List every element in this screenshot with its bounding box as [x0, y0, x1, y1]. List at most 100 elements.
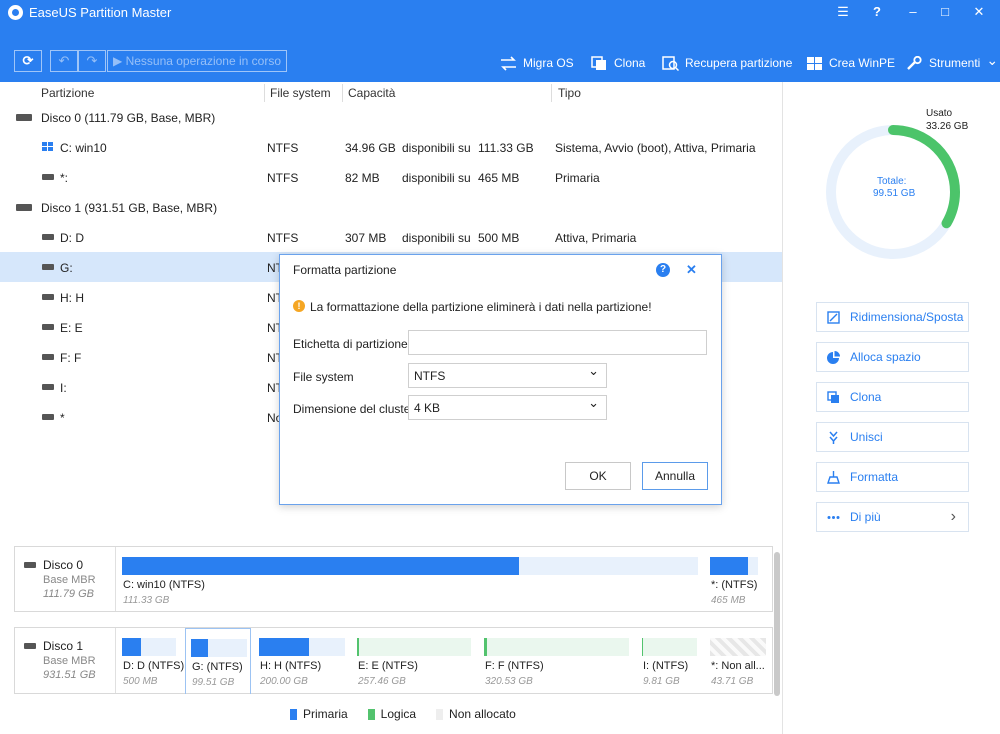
usage-bar [122, 557, 698, 575]
help-icon[interactable]: ? [868, 4, 886, 20]
resize-move-label: Ridimensiona/Sposta [850, 310, 964, 324]
merge-label: Unisci [850, 430, 883, 444]
partition-block[interactable]: E: E (NTFS) 257.46 GB [357, 636, 475, 688]
partition-block-size: 257.46 GB [358, 676, 406, 687]
partition-block-name: F: F (NTFS) [485, 660, 544, 672]
more-label: Di più [850, 510, 881, 524]
minimize-icon[interactable]: – [904, 4, 922, 20]
cancel-button[interactable]: Annulla [642, 462, 708, 490]
disk-row-disk1[interactable]: Disco 1 (931.51 GB, Base, MBR) [0, 192, 782, 222]
partition-label-caption: Etichetta di partizione [293, 337, 408, 351]
partition-block-size: 200.00 GB [260, 676, 308, 687]
usage-fill [710, 557, 749, 575]
partition-total: 465 MB [478, 171, 520, 185]
partition-block-name: H: H (NTFS) [260, 660, 322, 672]
resize-icon [827, 310, 840, 324]
drive-icon [42, 234, 54, 240]
partition-block[interactable]: C: win10 (NTFS) 111.33 GB [122, 555, 698, 607]
menu-icon[interactable]: ☰ [834, 4, 852, 20]
partition-label-input[interactable] [408, 330, 707, 355]
help-icon[interactable]: ? [656, 263, 670, 277]
disk-map-disk1[interactable]: Disco 1 Base MBR 931.51 GB D: D (NTFS) 5… [14, 627, 773, 694]
more-button[interactable]: Di più › [816, 502, 969, 532]
column-header-partition[interactable]: Partizione [41, 86, 94, 102]
close-icon[interactable]: ✕ [686, 262, 697, 278]
close-icon[interactable]: ✕ [970, 4, 988, 20]
tools-label: Strumenti [929, 56, 981, 70]
clone-partition-button[interactable]: Clona [816, 382, 969, 412]
partition-block-size: 500 MB [123, 676, 158, 687]
recover-partition-label: Recupera partizione [685, 56, 793, 70]
create-winpe-button[interactable]: Crea WinPE [806, 53, 895, 73]
usage-fill [191, 639, 208, 657]
clone-icon [591, 55, 608, 71]
disk-icon [24, 562, 36, 568]
file-system-select[interactable]: NTFS ⌄ [408, 363, 607, 388]
partition-block[interactable]: H: H (NTFS) 200.00 GB [259, 636, 349, 688]
app-logo-icon [8, 5, 23, 20]
redo-button[interactable]: ↷ [78, 50, 106, 72]
partition-block-name: G: (NTFS) [192, 661, 243, 673]
table-row[interactable]: C: win10 NTFS 34.96 GB disponibili su 11… [0, 132, 782, 162]
clone-label: Clona [614, 56, 646, 70]
partition-type: Primaria [555, 171, 600, 185]
ok-button[interactable]: OK [565, 462, 631, 490]
undo-button[interactable]: ↶ [50, 50, 78, 72]
maximize-icon[interactable]: □ [936, 4, 954, 20]
partition-block-unallocated[interactable]: *: Non all... 43.71 GB [710, 636, 766, 688]
partition-name: D: D [60, 231, 84, 245]
disk-row-disk0[interactable]: Disco 0 (111.79 GB, Base, MBR) [0, 102, 782, 132]
partition-block[interactable]: D: D (NTFS) 500 MB [122, 636, 184, 688]
partition-name: I: [60, 381, 67, 395]
disk-map-disk0[interactable]: Disco 0 Base MBR 111.79 GB C: win10 (NTF… [14, 546, 773, 612]
table-row[interactable]: *: NTFS 82 MB disponibili su 465 MB Prim… [0, 162, 782, 192]
tools-menu-button[interactable]: Strumenti ⌄ [906, 51, 999, 73]
clone-button[interactable]: Clona [591, 53, 645, 73]
legend-swatch-unallocated [436, 708, 444, 720]
drive-icon [42, 354, 54, 360]
format-button[interactable]: Formatta [816, 462, 969, 492]
allocate-space-button[interactable]: Alloca spazio [816, 342, 969, 372]
usage-fill [122, 557, 520, 575]
disk-map-size: 111.79 GB [43, 588, 94, 600]
warning-icon: ! [293, 300, 305, 312]
legend: Primaria Logica Non allocato [290, 707, 516, 721]
partition-block[interactable]: I: (NTFS) 9.81 GB [642, 636, 702, 688]
refresh-button[interactable]: ⟳ [14, 50, 42, 72]
cluster-size-select[interactable]: 4 KB ⌄ [408, 395, 607, 420]
partition-avail-text: disponibili su [402, 231, 471, 245]
table-row[interactable]: D: D NTFS 307 MB disponibili su 500 MB A… [0, 222, 782, 252]
title-bar: EaseUS Partition Master ☰ ? – □ ✕ [0, 0, 1000, 25]
partition-type: Attiva, Primaria [555, 231, 637, 245]
migrate-os-button[interactable]: Migra OS [500, 53, 574, 73]
column-header-type[interactable]: Tipo [558, 86, 581, 102]
partition-block-size: 9.81 GB [643, 676, 680, 687]
usage-bar [122, 638, 176, 656]
partition-free: 34.96 GB [345, 141, 396, 155]
partition-fs: NTFS [267, 141, 299, 155]
column-header-file-system[interactable]: File system [270, 86, 331, 102]
chevron-down-icon: ⌄ [588, 363, 599, 378]
resize-move-button[interactable]: Ridimensiona/Sposta [816, 302, 969, 332]
clone-icon [827, 390, 840, 404]
scrollbar[interactable] [774, 552, 780, 696]
partition-block[interactable]: F: F (NTFS) 320.53 GB [484, 636, 634, 688]
partition-name: G: [60, 261, 73, 275]
pie-icon [827, 350, 840, 364]
column-header-capacity[interactable]: Capacità [348, 86, 395, 102]
partition-block[interactable]: *: (NTFS) 465 MB [710, 555, 758, 607]
file-system-value: NTFS [414, 369, 446, 383]
usage-bar [484, 638, 629, 656]
disk-icon [24, 643, 36, 649]
merge-button[interactable]: Unisci [816, 422, 969, 452]
chevron-down-icon: ⌄ [986, 51, 999, 68]
partition-block-name: E: E (NTFS) [358, 660, 418, 672]
cluster-size-value: 4 KB [414, 401, 441, 415]
pending-operations-button[interactable]: ▶ Nessuna operazione in corso [107, 50, 287, 72]
usage-bar [259, 638, 345, 656]
usage-fill [259, 638, 309, 656]
recover-partition-button[interactable]: Recupera partizione [662, 53, 792, 73]
column-divider [551, 84, 552, 102]
partition-block-selected[interactable]: G: (NTFS) 99.51 GB [185, 628, 251, 694]
legend-primary: Primaria [303, 707, 348, 721]
